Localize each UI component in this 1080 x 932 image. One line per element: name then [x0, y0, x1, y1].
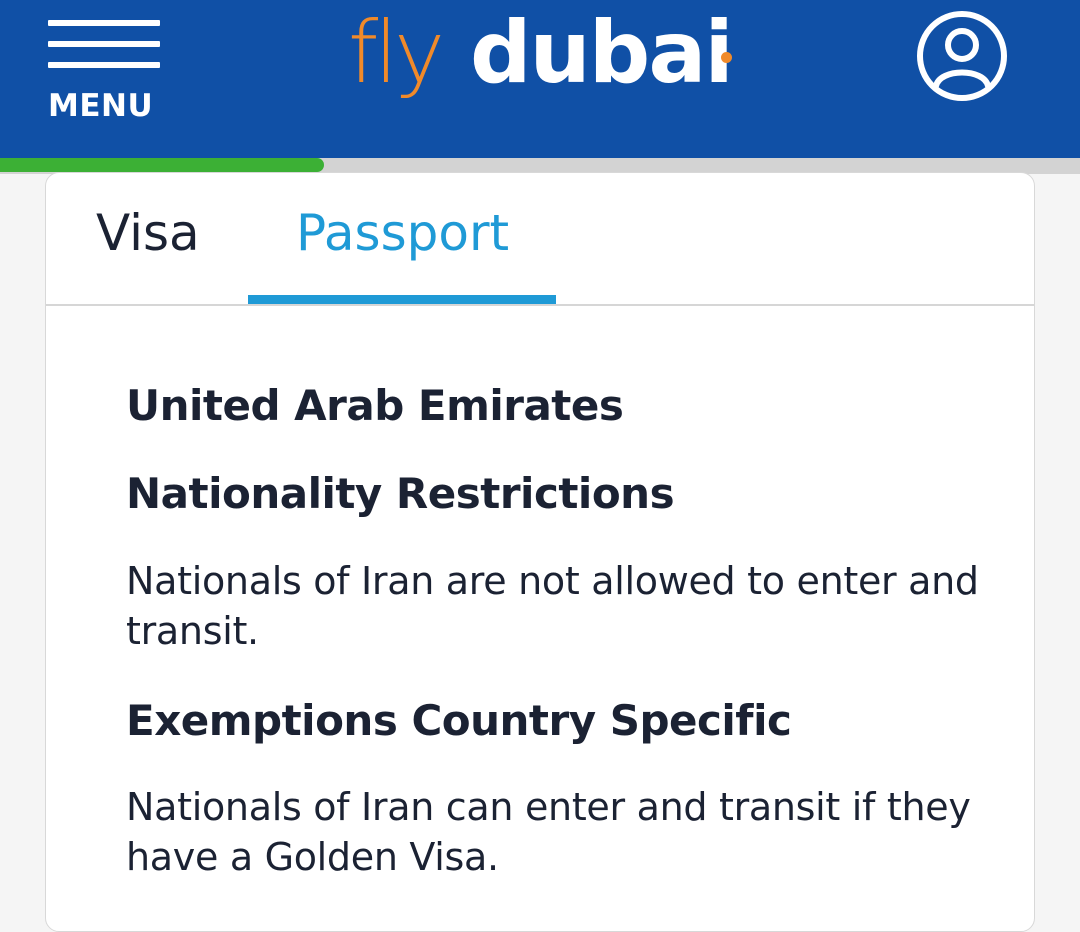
progress-bar-fill [0, 158, 324, 172]
flydubai-logo[interactable]: fly dubai [348, 10, 748, 120]
active-tab-indicator [248, 295, 556, 304]
user-icon [917, 11, 1007, 101]
logo-dot [721, 52, 732, 63]
passport-content: United Arab Emirates Nationality Restric… [126, 381, 986, 922]
section-title-nationality-restrictions: Nationality Restrictions [126, 469, 675, 519]
travel-requirements-card: Visa Passport United Arab Emirates Natio… [45, 172, 1035, 932]
hamburger-icon-bar [48, 41, 160, 47]
section-text-nationality-restrictions: Nationals of Iran are not allowed to ent… [126, 558, 979, 653]
logo-fly-text: fly [348, 3, 445, 103]
menu-label: MENU [48, 88, 154, 124]
menu-button[interactable]: MENU [46, 20, 162, 130]
app-header: MENU fly dubai [0, 0, 1080, 158]
tab-visa[interactable]: Visa [96, 203, 200, 263]
logo-dubai-text: dubai [470, 3, 734, 103]
account-button[interactable] [916, 10, 1008, 102]
country-heading: United Arab Emirates [126, 381, 624, 430]
section-title-exemptions: Exemptions Country Specific [126, 695, 792, 745]
hamburger-icon [48, 20, 160, 26]
hamburger-icon-bar [48, 62, 160, 68]
tab-bar: Visa Passport [46, 173, 1034, 306]
tab-passport[interactable]: Passport [296, 203, 509, 263]
section-text-exemptions: Nationals of Iran can enter and transit … [126, 785, 971, 880]
